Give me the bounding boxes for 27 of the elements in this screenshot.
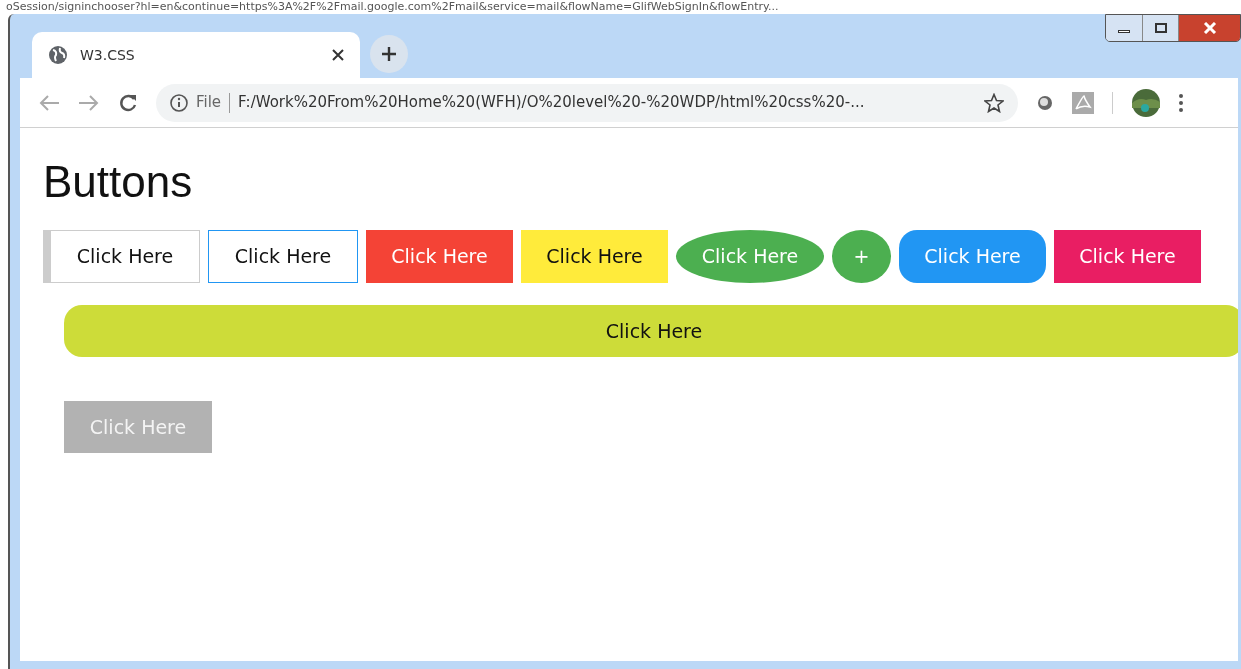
page-heading: Buttons [43, 156, 194, 208]
star-icon[interactable] [984, 92, 1004, 113]
maximize-button[interactable] [1142, 15, 1178, 41]
extension-icon[interactable] [1036, 93, 1054, 112]
click-button[interactable]: Click Here [43, 230, 200, 283]
click-button[interactable]: Click Here [521, 230, 668, 283]
close-icon [1202, 22, 1217, 34]
tab-title: W3.CSS [80, 45, 136, 65]
info-icon [170, 93, 188, 112]
close-icon[interactable] [332, 49, 344, 61]
background-url-text: oSession/signinchooser?hl=en&continue=https%3A%2F%2Fmail.google.com%2Fmail&service=mail&flowName=GlifWebSignIn&flowEntry... [6, 0, 780, 14]
profile-avatar-icon[interactable] [1131, 87, 1161, 118]
scheme-label: File [196, 92, 222, 114]
browser-tab[interactable]: W3.CSS [32, 32, 360, 78]
reload-icon[interactable] [118, 92, 138, 113]
close-button[interactable] [1178, 15, 1240, 41]
menu-icon[interactable] [1179, 93, 1183, 112]
address-bar[interactable]: File F:/Work%20From%20Home%20(WFH)/O%20level%20-%20WDP/html%20css%20-... [156, 83, 1018, 122]
url-text: F:/Work%20From%20Home%20(WFH)/O%20level%20-%20WDP/html%20css%20-... [238, 92, 866, 114]
minimize-button[interactable] [1106, 15, 1142, 41]
wide-button[interactable]: Click Here [64, 305, 1238, 357]
click-button[interactable]: Click Here [1054, 230, 1201, 283]
new-tab-button[interactable] [370, 35, 408, 73]
globe-icon [48, 45, 68, 65]
click-button[interactable]: Click Here [208, 230, 358, 283]
click-button[interactable]: Click Here [366, 230, 513, 283]
plus-icon [381, 46, 397, 62]
